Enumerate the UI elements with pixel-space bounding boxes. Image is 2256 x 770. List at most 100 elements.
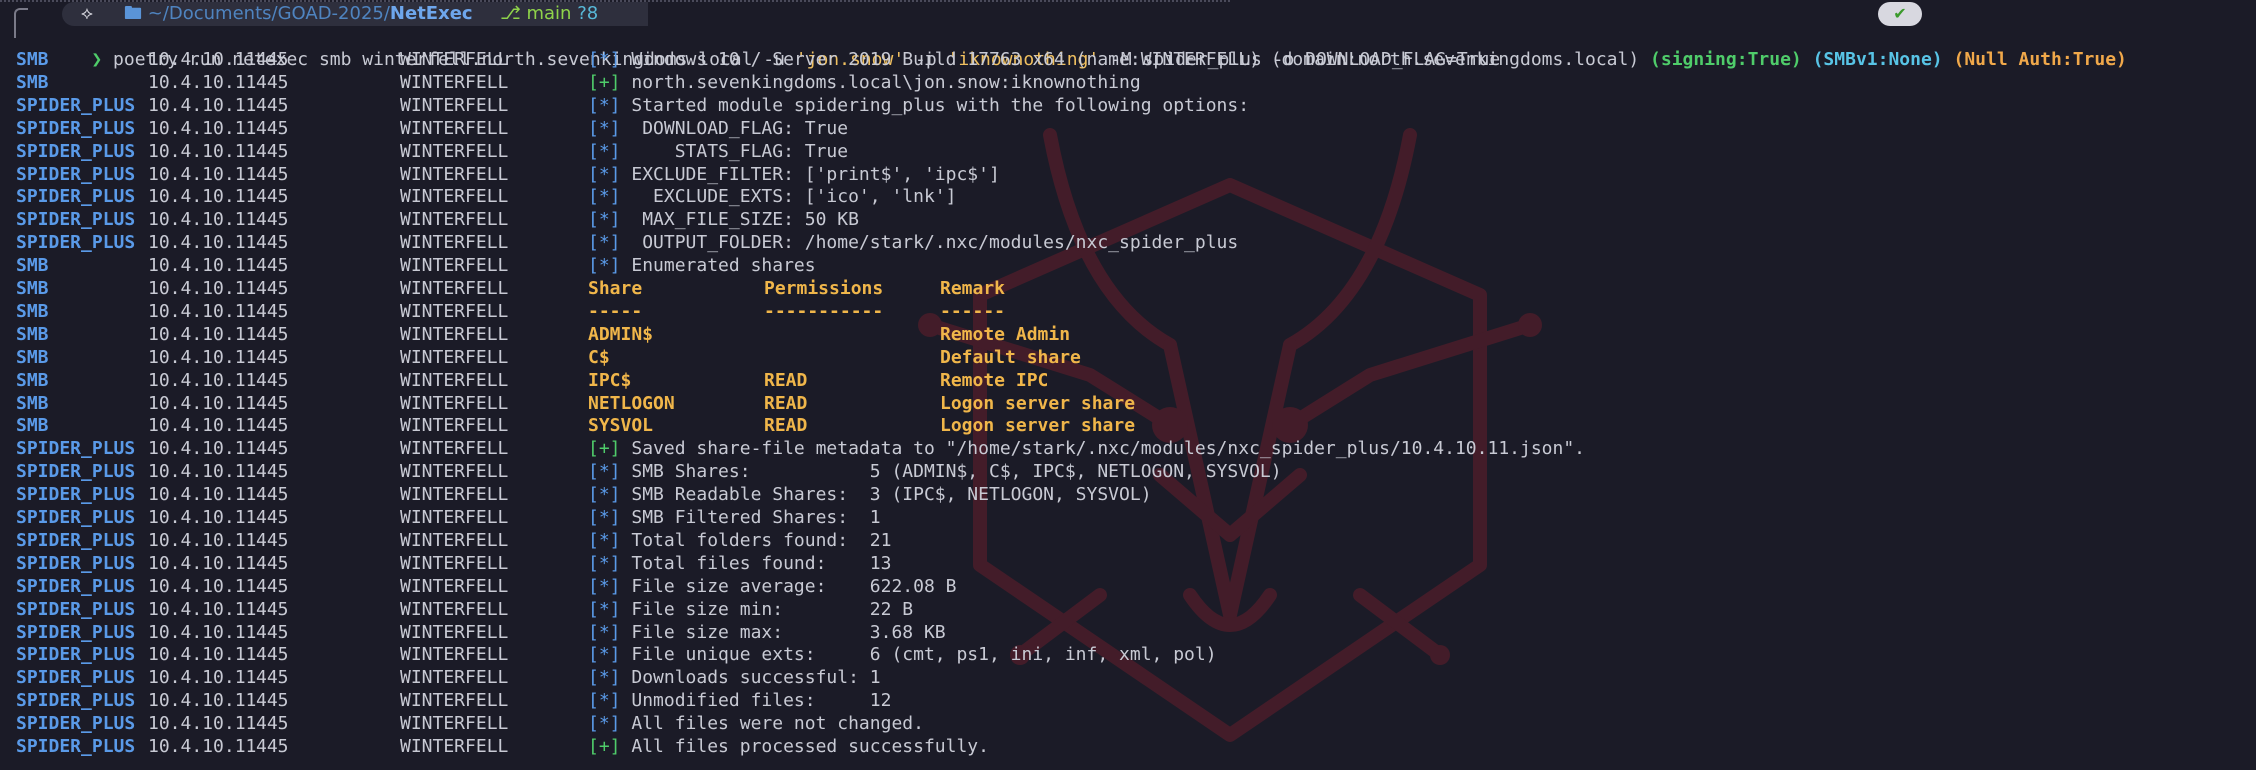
- output-line: SMB 10.4.10.11 445 WINTERFELL C$ Default shar…: [0, 346, 2256, 369]
- output-message: [*] EXCLUDE_FILTER: ['print$', 'ipc$']: [588, 163, 1000, 186]
- module-name: SMB: [16, 415, 49, 437]
- share-permissions: READ: [764, 392, 808, 414]
- hostname: WINTERFELL: [400, 209, 509, 231]
- port: 445: [256, 346, 289, 368]
- module-name: SPIDER_PLUS: [16, 484, 136, 506]
- module-name: SMB: [16, 392, 49, 414]
- output-line: SPIDER_PLUS 10.4.10.11 445 WINTERFELL [*] Do…: [0, 666, 2256, 689]
- checkmark-icon: ✔: [1893, 4, 1907, 23]
- module-name: SMB: [16, 255, 49, 277]
- message-text: MAX_FILE_SIZE: 50 KB: [631, 209, 859, 231]
- share-remark: Logon server share: [940, 415, 1136, 437]
- ip-address: 10.4.10.11: [148, 346, 257, 368]
- hostname: WINTERFELL: [400, 507, 509, 528]
- output-line: SPIDER_PLUS 10.4.10.11 445 WINTERFELL [*] EX…: [0, 185, 2256, 208]
- git-icon: ⎇: [500, 3, 521, 24]
- output-message: [*] File size average: 622.08 B: [588, 575, 956, 598]
- info-tag: [*]: [588, 49, 621, 70]
- output-message: [+] north.sevenkingdoms.local\jon.snow:i…: [588, 71, 1141, 94]
- share-remark: Remark: [940, 278, 1006, 299]
- command-line[interactable]: ❯ poetry run netexec smb winterfell.nort…: [48, 25, 1500, 70]
- ip-address: 10.4.10.11: [148, 529, 257, 551]
- ip-address: 10.4.10.11: [148, 690, 257, 712]
- ip-address: 10.4.10.11: [148, 71, 257, 93]
- message-text: SMB Readable Shares: 3 (IPC$, NETLOGON, …: [631, 484, 1152, 506]
- output-message: [*] Downloads successful: 1: [588, 666, 881, 689]
- info-tag: [*]: [588, 117, 621, 139]
- output-message: [*] Unmodified files: 12: [588, 689, 891, 712]
- git-branch: main: [526, 3, 572, 24]
- module-name: SMB: [16, 369, 49, 391]
- output-message: [*] File unique exts: 6 (cmt, ps1, ini, …: [588, 643, 1217, 666]
- output-line: SPIDER_PLUS 10.4.10.11 445 WINTERFELL [*] Fi…: [0, 575, 2256, 598]
- info-tag: [*]: [588, 667, 621, 689]
- message-text: EXCLUDE_EXTS: ['ico', 'lnk']: [631, 186, 957, 208]
- ip-address: 10.4.10.11: [148, 300, 257, 322]
- hostname: WINTERFELL: [400, 667, 509, 689]
- message-text: Enumerated shares: [631, 255, 816, 277]
- info-tag: [*]: [588, 690, 621, 712]
- port: 445: [256, 300, 289, 322]
- module-name: SMB: [16, 71, 49, 93]
- ip-address: 10.4.10.11: [148, 736, 257, 757]
- hostname: WINTERFELL: [400, 278, 509, 299]
- ip-address: 10.4.10.11: [148, 369, 257, 391]
- port: 445: [256, 186, 289, 208]
- module-name: SMB: [16, 346, 49, 368]
- module-name: SPIDER_PLUS: [16, 713, 136, 735]
- signing-status: (signing:True): [1650, 49, 1802, 70]
- port: 445: [256, 736, 289, 757]
- ip-address: 10.4.10.11: [148, 644, 257, 666]
- info-tag: [*]: [588, 140, 621, 162]
- info-tag: [*]: [588, 94, 621, 116]
- share-name: -----: [588, 300, 643, 322]
- output-line: SPIDER_PLUS 10.4.10.11 445 WINTERFELL [*] SM…: [0, 506, 2256, 529]
- output-line: SPIDER_PLUS 10.4.10.11 445 WINTERFELL [*] Fi…: [0, 643, 2256, 666]
- port: 445: [256, 94, 289, 116]
- os-segment: ⟡: [62, 2, 112, 26]
- port: 445: [256, 278, 289, 299]
- module-name: SPIDER_PLUS: [16, 736, 136, 757]
- hostname: WINTERFELL: [400, 140, 509, 162]
- port: 445: [256, 621, 289, 643]
- info-tag: [*]: [588, 255, 621, 277]
- hostname: WINTERFELL: [400, 163, 509, 185]
- ip-address: 10.4.10.11: [148, 392, 257, 414]
- port: 445: [256, 323, 289, 345]
- message-text: OUTPUT_FOLDER: /home/stark/.nxc/modules/…: [631, 232, 1239, 254]
- ip-address: 10.4.10.11: [148, 415, 257, 437]
- port: 445: [256, 232, 289, 254]
- output-line: SPIDER_PLUS 10.4.10.11 445 WINTERFELL [*] Un…: [0, 689, 2256, 712]
- message-text: Started module spidering_plus with the f…: [631, 94, 1250, 116]
- terminal-window[interactable]: ⟡ 🖿 ~/Documents/GOAD-2025/NetExec ⎇ main…: [0, 0, 2256, 770]
- output-line: SPIDER_PLUS 10.4.10.11 445 WINTERFELL [*] Al…: [0, 712, 2256, 735]
- share-name: IPC$: [588, 369, 632, 391]
- path-prefix: ~/Documents/GOAD-2025/: [147, 3, 390, 24]
- hostname: WINTERFELL: [400, 713, 509, 735]
- ip-address: 10.4.10.11: [148, 667, 257, 689]
- share-permissions: -----------: [764, 300, 884, 322]
- folder-icon: 🖿: [124, 3, 142, 24]
- output-message: [*] Started module spidering_plus with t…: [588, 94, 1249, 117]
- port: 445: [256, 690, 289, 712]
- module-name: SPIDER_PLUS: [16, 667, 136, 689]
- module-name: SPIDER_PLUS: [16, 232, 136, 254]
- port: 445: [256, 552, 289, 574]
- path-current: NetExec: [389, 3, 473, 24]
- port: 445: [256, 49, 289, 70]
- git-segment: ⎇ main ?8: [490, 2, 648, 26]
- module-name: SPIDER_PLUS: [16, 575, 136, 597]
- message-text: File unique exts: 6 (cmt, ps1, ini, inf,…: [631, 644, 1217, 666]
- output-message: [*] MAX_FILE_SIZE: 50 KB: [588, 208, 859, 231]
- module-name: SPIDER_PLUS: [16, 598, 136, 620]
- message-text: All files processed successfully.: [631, 736, 989, 757]
- output-line: SPIDER_PLUS 10.4.10.11 445 WINTERFELL [*] DO…: [0, 117, 2256, 140]
- module-name: SPIDER_PLUS: [16, 94, 136, 116]
- null-auth-status: (Null Auth:True): [1953, 49, 2127, 70]
- ip-address: 10.4.10.11: [148, 140, 257, 162]
- module-name: SPIDER_PLUS: [16, 438, 136, 460]
- ip-address: 10.4.10.11: [148, 461, 257, 483]
- share-remark: Remote Admin: [940, 323, 1071, 345]
- port: 445: [256, 209, 289, 231]
- message-text: Total files found: 13: [631, 552, 892, 574]
